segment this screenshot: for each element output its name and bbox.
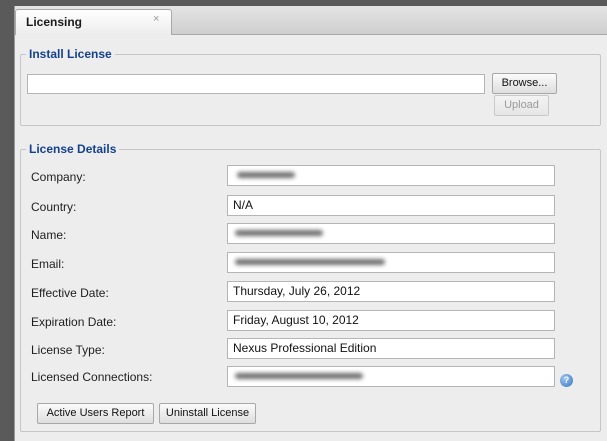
email-label: Email: xyxy=(31,257,65,271)
country-field[interactable]: N/A xyxy=(227,195,555,216)
help-icon[interactable]: ? xyxy=(560,374,573,387)
company-label: Company: xyxy=(31,170,86,184)
name-field[interactable] xyxy=(227,223,555,244)
redacted-email xyxy=(235,258,385,265)
redacted-company xyxy=(237,171,295,178)
license-type-field[interactable]: Nexus Professional Edition xyxy=(227,338,555,359)
tab-licensing[interactable]: Licensing × xyxy=(15,9,172,35)
install-license-legend: Install License xyxy=(29,47,112,61)
tab-bar: Licensing × xyxy=(15,6,607,35)
company-field[interactable] xyxy=(227,165,555,186)
license-type-label: License Type: xyxy=(31,343,105,357)
expiration-date-label: Expiration Date: xyxy=(31,315,117,329)
licensed-connections-label: Licensed Connections: xyxy=(31,370,153,384)
licensing-window: Licensing × Install License Browse... Up… xyxy=(14,6,607,441)
expiration-date-field[interactable]: Friday, August 10, 2012 xyxy=(227,310,555,331)
upload-button[interactable]: Upload xyxy=(494,95,549,116)
license-file-input[interactable] xyxy=(27,74,485,94)
close-icon[interactable]: × xyxy=(153,13,159,25)
uninstall-license-button[interactable]: Uninstall License xyxy=(159,403,256,424)
effective-date-field[interactable]: Thursday, July 26, 2012 xyxy=(227,281,555,302)
active-users-report-button[interactable]: Active Users Report xyxy=(37,403,154,424)
name-label: Name: xyxy=(31,228,67,242)
browse-button[interactable]: Browse... xyxy=(492,73,557,94)
license-details-legend: License Details xyxy=(29,142,117,156)
country-label: Country: xyxy=(31,200,77,214)
licensed-connections-field[interactable] xyxy=(227,366,555,387)
redacted-connections xyxy=(235,372,363,379)
licensing-panel: Install License Browse... Upload License… xyxy=(15,35,607,441)
tab-label: Licensing xyxy=(26,15,83,29)
redacted-name xyxy=(235,229,323,236)
effective-date-label: Effective Date: xyxy=(31,286,109,300)
email-field[interactable] xyxy=(227,252,555,273)
